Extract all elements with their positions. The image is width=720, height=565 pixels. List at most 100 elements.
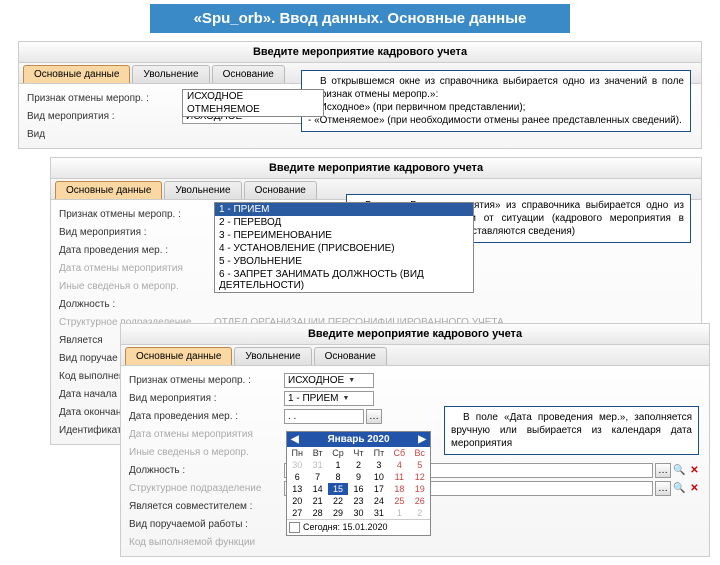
cal-day[interactable]: 31: [369, 507, 389, 519]
tab-dismissal-3[interactable]: Увольнение: [234, 347, 311, 365]
date-picker-button[interactable]: …: [366, 409, 382, 424]
callout1-p3: - «Отменяемое» (при необходимости отмены…: [308, 114, 684, 127]
today-checkbox[interactable]: [289, 522, 300, 533]
tab-basis-3[interactable]: Основание: [314, 347, 387, 365]
opt-otmenyaemoe[interactable]: ОТМЕНЯЕМОЕ: [183, 103, 323, 116]
cal-day[interactable]: 10: [369, 471, 389, 483]
dow-thu: Чт: [348, 447, 368, 459]
cal-day[interactable]: 20: [287, 495, 307, 507]
position-browse[interactable]: …: [655, 463, 671, 478]
lbl-date-2: Дата проведения мер. :: [59, 245, 214, 256]
opt-3[interactable]: 3 - ПЕРЕИМЕНОВАНИЕ: [215, 229, 473, 242]
dow-tue: Вт: [307, 447, 327, 459]
cal-day-selected[interactable]: 15: [328, 483, 348, 495]
calendar-grid: Пн Вт Ср Чт Пт Сб Вс 303112345 678910111…: [287, 447, 430, 519]
cal-next[interactable]: ▶: [418, 434, 426, 445]
tab-main-3[interactable]: Основные данные: [125, 347, 232, 365]
cancel-select-3[interactable]: ИСХОДНОЕ: [284, 373, 374, 388]
lbl-cdate-2: Дата отмены мероприятия: [59, 263, 214, 274]
dow-sun: Вс: [410, 447, 430, 459]
cal-day[interactable]: 1: [389, 507, 409, 519]
page-banner: «Spu_orb». Ввод данных. Основные данные: [150, 4, 570, 33]
cal-day[interactable]: 30: [287, 459, 307, 471]
cal-day[interactable]: 31: [307, 459, 327, 471]
date-input-3[interactable]: . .: [284, 409, 364, 424]
struct-browse[interactable]: …: [655, 481, 671, 496]
tab-main-2[interactable]: Основные данные: [55, 181, 162, 199]
opt-1[interactable]: 1 - ПРИЕМ: [215, 203, 473, 216]
cal-day[interactable]: 16: [348, 483, 368, 495]
cal-day[interactable]: 8: [328, 471, 348, 483]
dow-mon: Пн: [287, 447, 307, 459]
cal-day[interactable]: 26: [410, 495, 430, 507]
cal-day[interactable]: 27: [287, 507, 307, 519]
label-cancel-sign: Признак отмены меропр. :: [27, 93, 182, 104]
cal-day[interactable]: 6: [287, 471, 307, 483]
cal-day[interactable]: 23: [348, 495, 368, 507]
lbl-code-3: Код выполняемой функции: [129, 537, 284, 548]
tab-basis-2[interactable]: Основание: [244, 181, 317, 199]
opt-5[interactable]: 5 - УВОЛЬНЕНИЕ: [215, 255, 473, 268]
clear-icon-2[interactable]: ✕: [688, 483, 701, 494]
tabs-3: Основные данные Увольнение Основание: [121, 345, 709, 366]
cal-day[interactable]: 29: [328, 507, 348, 519]
callout-1: В открывшемся окне из справочника выбира…: [301, 70, 691, 132]
cal-day[interactable]: 4: [389, 459, 409, 471]
dropdown-event-type[interactable]: 1 - ПРИЕМ 2 - ПЕРЕВОД 3 - ПЕРЕИМЕНОВАНИЕ…: [214, 202, 474, 293]
cal-day[interactable]: 24: [369, 495, 389, 507]
lbl-event-2: Вид мероприятия :: [59, 227, 214, 238]
cal-day[interactable]: 2: [410, 507, 430, 519]
cal-day[interactable]: 30: [348, 507, 368, 519]
opt-6[interactable]: 6 - ЗАПРЕТ ЗАНИМАТЬ ДОЛЖНОСТЬ (ВИД ДЕЯТЕ…: [215, 268, 473, 292]
cal-day[interactable]: 14: [307, 483, 327, 495]
dow-fri: Пт: [369, 447, 389, 459]
cal-footer[interactable]: Сегодня: 15.01.2020: [287, 519, 430, 535]
cal-day[interactable]: 7: [307, 471, 327, 483]
cal-day[interactable]: 5: [410, 459, 430, 471]
panel3-title: Введите мероприятие кадрового учета: [121, 324, 709, 345]
opt-2[interactable]: 2 - ПЕРЕВОД: [215, 216, 473, 229]
cal-day[interactable]: 3: [369, 459, 389, 471]
callout1-p1: В открывшемся окне из справочника выбира…: [308, 75, 684, 101]
lbl-func-3: Вид поручаемой работы :: [129, 519, 284, 530]
magnifier-icon-2[interactable]: 🔍: [673, 483, 686, 494]
cal-day[interactable]: 21: [307, 495, 327, 507]
calendar-popup[interactable]: ◀ Январь 2020 ▶ Пн Вт Ср Чт Пт Сб Вс 303…: [286, 431, 431, 536]
cal-day[interactable]: 25: [389, 495, 409, 507]
event-select-3[interactable]: 1 - ПРИЕМ: [284, 391, 374, 406]
cal-day[interactable]: 2: [348, 459, 368, 471]
cal-day[interactable]: 9: [348, 471, 368, 483]
cal-day[interactable]: 28: [307, 507, 327, 519]
clear-icon[interactable]: ✕: [688, 465, 701, 476]
tab-dismissal[interactable]: Увольнение: [132, 65, 209, 83]
cal-day[interactable]: 12: [410, 471, 430, 483]
lbl-pos-3: Должность :: [129, 465, 284, 476]
panel-title: Введите мероприятие кадрового учета: [19, 42, 701, 63]
opt-4[interactable]: 4 - УСТАНОВЛЕНИЕ (ПРИСВОЕНИЕ): [215, 242, 473, 255]
today-label: Сегодня: 15.01.2020: [303, 522, 388, 532]
magnifier-icon[interactable]: 🔍: [673, 465, 686, 476]
cal-day[interactable]: 17: [369, 483, 389, 495]
lbl-cancel-3: Признак отмены меропр. :: [129, 375, 284, 386]
lbl-comb-3: Является совместителем :: [129, 501, 284, 512]
lbl-event-3: Вид мероприятия :: [129, 393, 284, 404]
lbl-cancel-2: Признак отмены меропр. :: [59, 209, 214, 220]
tab-basis[interactable]: Основание: [212, 65, 285, 83]
opt-ishodnoe[interactable]: ИСХОДНОЕ: [183, 90, 323, 103]
dow-sat: Сб: [389, 447, 409, 459]
panel-3: Введите мероприятие кадрового учета Осно…: [120, 323, 710, 557]
cal-day[interactable]: 22: [328, 495, 348, 507]
cal-day[interactable]: 18: [389, 483, 409, 495]
lbl-other-3: Иные сведенья о меропр.: [129, 447, 284, 458]
tab-main[interactable]: Основные данные: [23, 65, 130, 83]
cal-day[interactable]: 1: [328, 459, 348, 471]
cal-month: Январь 2020: [327, 434, 389, 445]
dow-wed: Ср: [328, 447, 348, 459]
tab-dismissal-2[interactable]: Увольнение: [164, 181, 241, 199]
callout-3: В поле «Дата проведения мер.», заполняет…: [444, 406, 699, 455]
dropdown-cancel-sign[interactable]: ИСХОДНОЕ ОТМЕНЯЕМОЕ: [182, 89, 324, 117]
cal-day[interactable]: 13: [287, 483, 307, 495]
cal-prev[interactable]: ◀: [291, 434, 299, 445]
cal-day[interactable]: 19: [410, 483, 430, 495]
cal-day[interactable]: 11: [389, 471, 409, 483]
